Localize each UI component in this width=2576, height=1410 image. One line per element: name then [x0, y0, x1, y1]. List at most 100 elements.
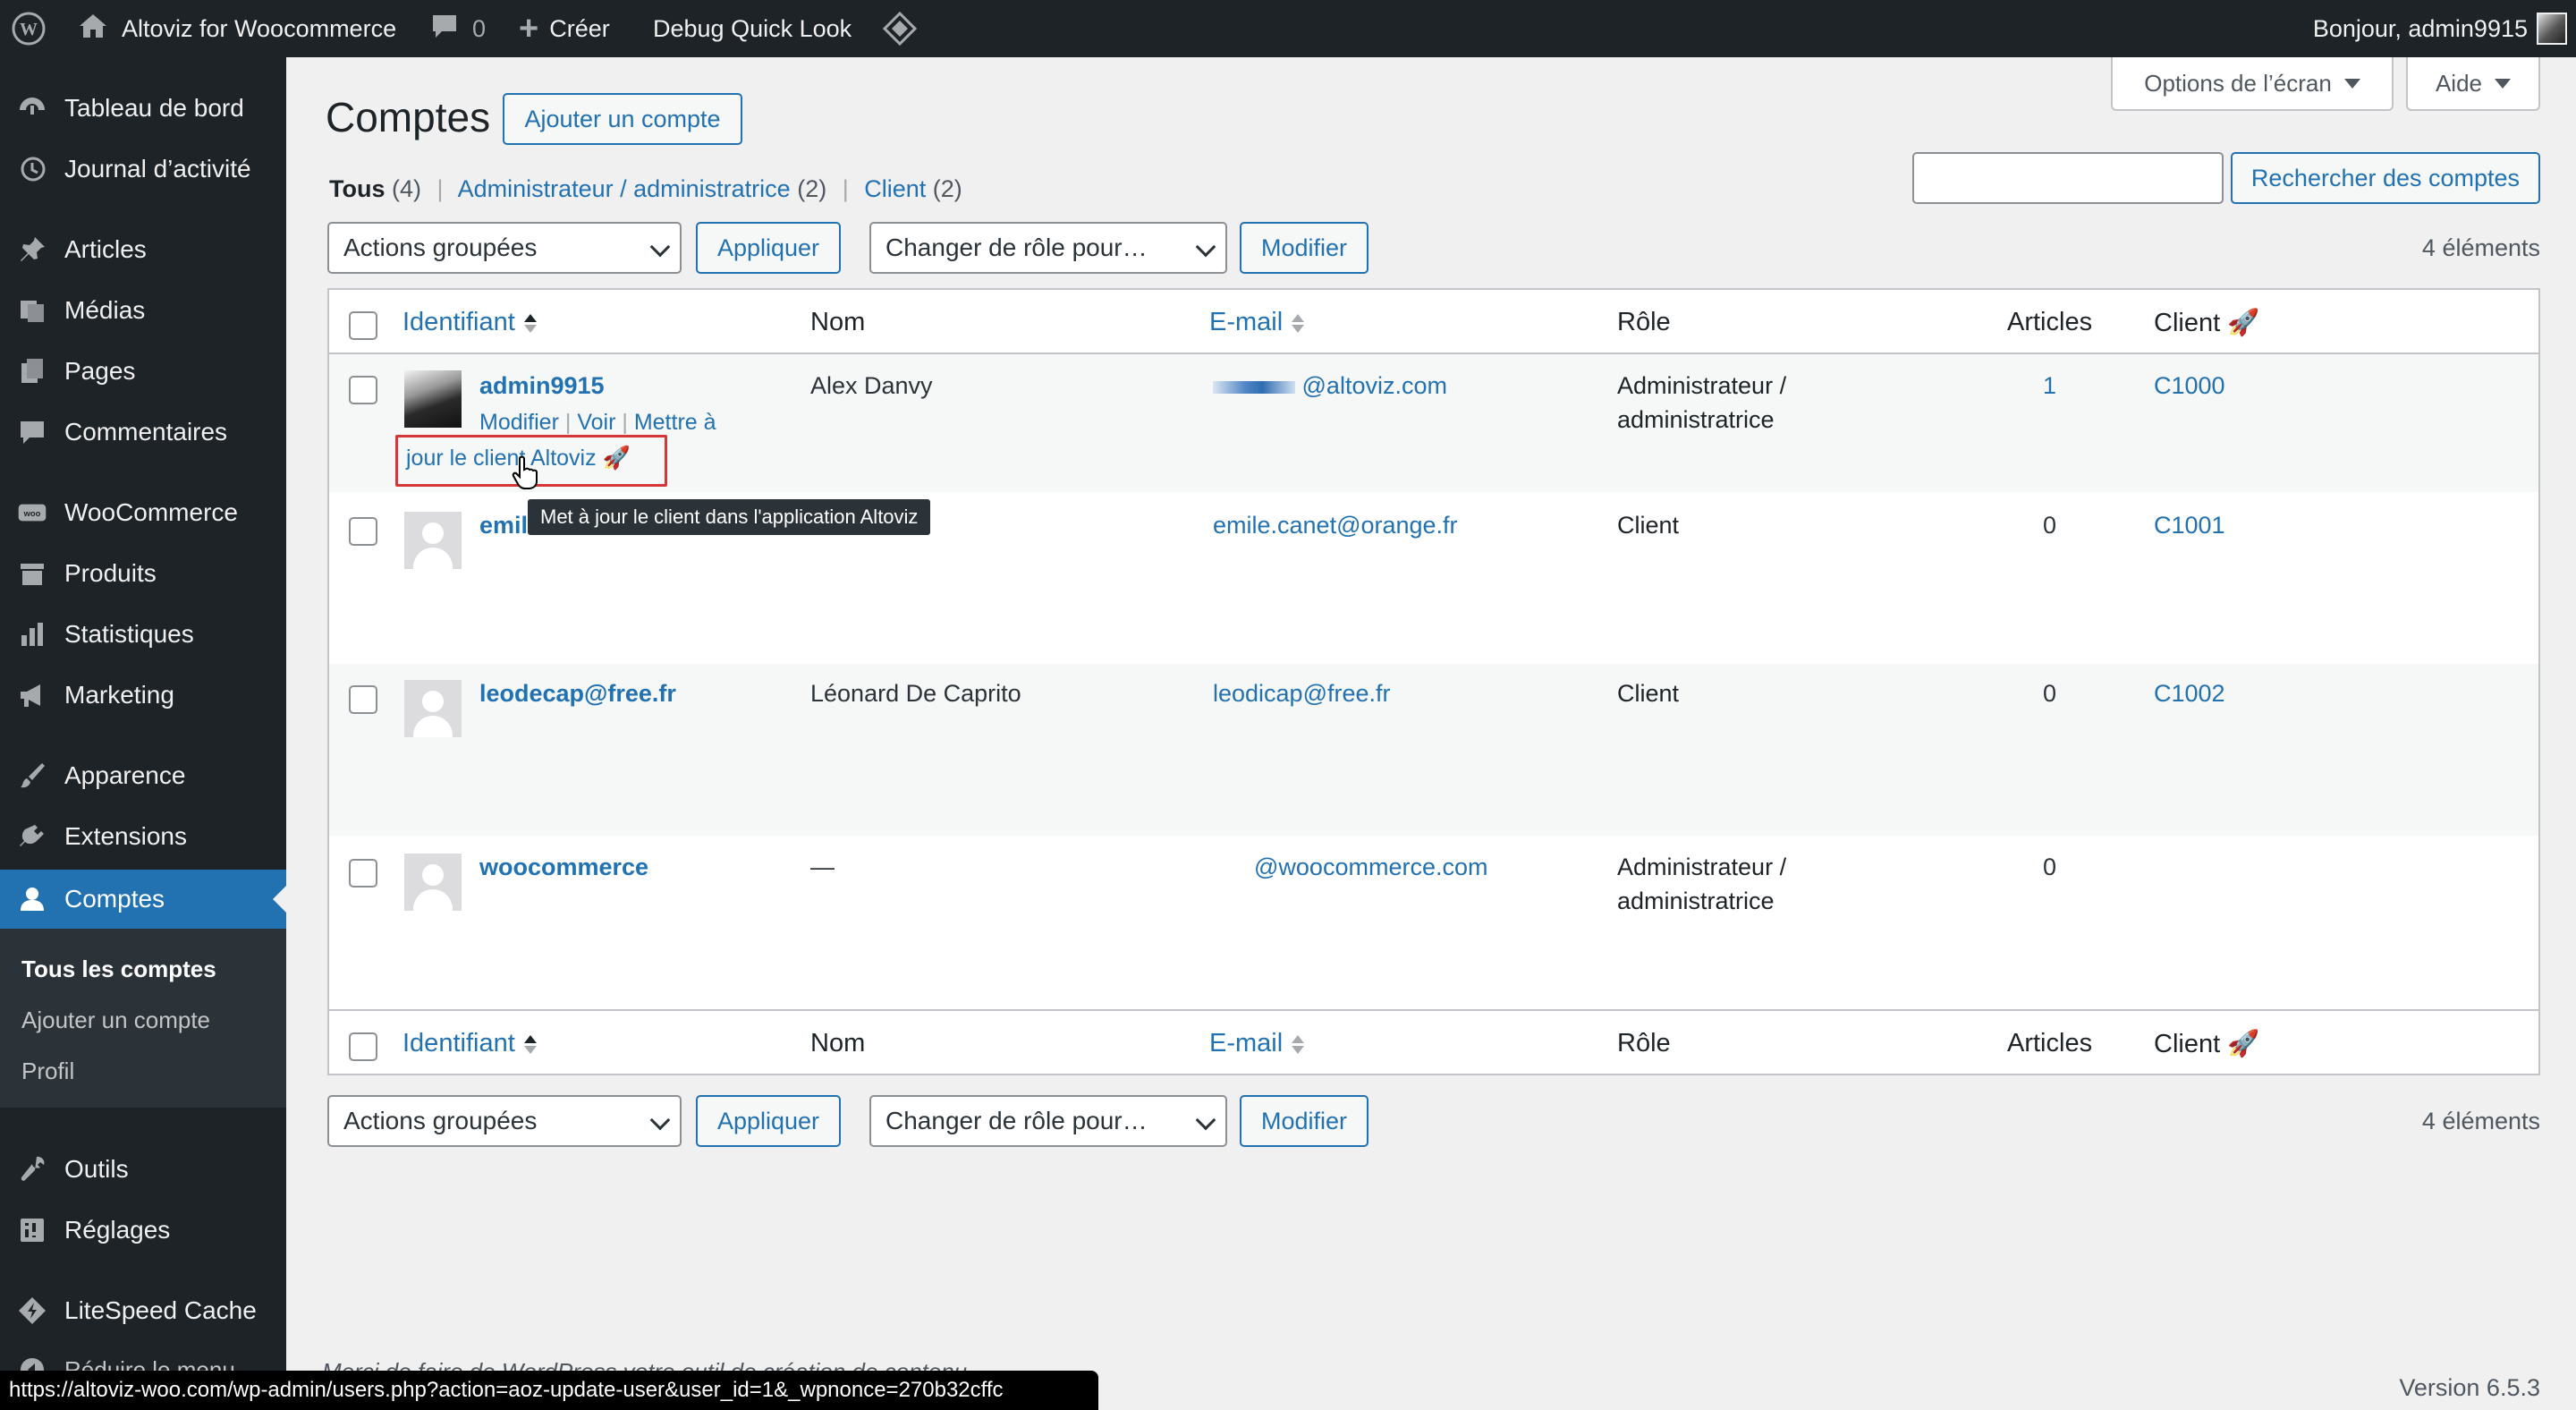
my-account-menu[interactable]: Bonjour, admin9915: [2313, 0, 2567, 57]
menu-dashboard[interactable]: Tableau de bord: [0, 79, 286, 138]
row-actions: Modifier | Voir | Mettre à: [479, 410, 716, 435]
debug-quick-look-menu[interactable]: Debug Quick Look: [653, 0, 852, 57]
filter-all[interactable]: Tous: [329, 175, 386, 202]
menu-products[interactable]: Produits: [0, 544, 286, 603]
sort-indicator-icon: [1292, 313, 1305, 333]
menu-appearance[interactable]: Apparence: [0, 746, 286, 805]
row-checkbox[interactable]: [349, 859, 377, 888]
client-id-link[interactable]: C1000: [2154, 372, 2225, 400]
menu-tools[interactable]: Outils: [0, 1140, 286, 1199]
menu-users[interactable]: Comptes: [0, 870, 286, 929]
client-id-link[interactable]: C1001: [2154, 512, 2225, 539]
menu-activity-log[interactable]: Journal d’activité: [0, 140, 286, 199]
row-checkbox[interactable]: [349, 517, 377, 546]
column-username[interactable]: Identifiant: [402, 308, 537, 337]
diamond-icon[interactable]: [882, 0, 918, 57]
chevron-down-icon: [1195, 1109, 1216, 1131]
redacted-email-part: [1213, 380, 1295, 394]
menu-woocommerce[interactable]: woo WooCommerce: [0, 483, 286, 542]
submenu-all-users[interactable]: Tous les comptes: [21, 956, 216, 983]
pages-icon: [0, 356, 64, 386]
column-role: Rôle: [1617, 308, 1671, 336]
menu-posts[interactable]: Articles: [0, 220, 286, 279]
stats-icon: [0, 619, 64, 650]
woocommerce-icon: woo: [0, 497, 64, 528]
email-link[interactable]: leodicap@free.fr: [1213, 680, 1391, 708]
column-client: Client 🚀: [2154, 309, 2260, 337]
menu-marketing[interactable]: Marketing: [0, 666, 286, 725]
user-role: Client: [1617, 680, 1680, 707]
search-users-button[interactable]: Rechercher des comptes: [2231, 152, 2540, 204]
change-role-button-bottom[interactable]: Modifier: [1240, 1095, 1368, 1147]
screen-options-button[interactable]: Options de l’écran: [2111, 57, 2394, 111]
home-icon: [77, 10, 109, 48]
menu-plugins[interactable]: Extensions: [0, 807, 286, 866]
client-id-link[interactable]: C1002: [2154, 680, 2225, 708]
user-role: Administrateur /: [1617, 854, 1787, 880]
posts-count: 0: [2043, 854, 2057, 880]
email-link[interactable]: @woocommerce.com: [1254, 854, 1487, 881]
help-button[interactable]: Aide: [2406, 57, 2540, 111]
menu-pages[interactable]: Pages: [0, 342, 286, 401]
select-all-checkbox[interactable]: [349, 311, 377, 340]
caret-down-icon: [2495, 78, 2512, 89]
column-role: Rôle: [1617, 1029, 1671, 1058]
comments-icon: [0, 417, 64, 447]
change-role-button[interactable]: Modifier: [1240, 222, 1368, 274]
column-posts: Articles: [2007, 308, 2093, 336]
menu-settings[interactable]: Réglages: [0, 1201, 286, 1260]
username-link[interactable]: admin9915: [479, 372, 605, 400]
avatar: [404, 854, 462, 911]
username-link[interactable]: leodecap@free.fr: [479, 680, 676, 708]
email-link[interactable]: @altoviz.com: [1209, 372, 1447, 400]
hand-cursor-icon: [512, 454, 542, 495]
posts-count: 0: [2043, 512, 2057, 539]
bulk-actions-select[interactable]: Actions groupées: [327, 222, 682, 274]
menu-comments[interactable]: Commentaires: [0, 403, 286, 462]
row-checkbox[interactable]: [349, 376, 377, 404]
apply-bulk-button-bottom[interactable]: Appliquer: [696, 1095, 841, 1147]
username-link[interactable]: woocommerce: [479, 854, 648, 881]
filter-admin[interactable]: Administrateur / administratrice: [458, 175, 791, 202]
chevron-down-icon: [649, 236, 671, 258]
admin-menu: Tableau de bord Journal d’activité Artic…: [0, 57, 286, 1410]
username-link[interactable]: emil: [479, 512, 528, 539]
column-email[interactable]: E-mail: [1209, 308, 1305, 337]
bulk-actions-select-bottom[interactable]: Actions groupées: [327, 1095, 682, 1147]
change-role-select[interactable]: Changer de rôle pour…: [869, 222, 1227, 274]
megaphone-icon: [0, 680, 64, 710]
site-name-link[interactable]: Altoviz for Woocommerce: [77, 0, 396, 57]
edit-user-link[interactable]: Modifier: [479, 410, 559, 435]
select-all-checkbox[interactable]: [349, 1032, 377, 1061]
user-name: —: [810, 854, 835, 880]
column-email[interactable]: E-mail: [1209, 1029, 1305, 1058]
posts-count-link[interactable]: 1: [2043, 372, 2056, 400]
change-role-select-bottom[interactable]: Changer de rôle pour…: [869, 1095, 1227, 1147]
svg-text:W: W: [20, 20, 38, 39]
view-user-link[interactable]: Voir: [577, 410, 615, 435]
table-footer-header: Identifiant Nom E-mail Rôle Articles Cli…: [329, 1009, 2538, 1074]
column-username[interactable]: Identifiant: [402, 1029, 537, 1058]
row-checkbox[interactable]: [349, 685, 377, 714]
menu-litespeed-cache[interactable]: LiteSpeed Cache: [0, 1281, 286, 1340]
new-content-menu[interactable]: + Créer: [519, 0, 610, 57]
menu-media[interactable]: Médias: [0, 281, 286, 340]
email-link[interactable]: emile.canet@orange.fr: [1213, 512, 1458, 539]
user-name: Léonard De Caprito: [810, 680, 1021, 707]
search-input[interactable]: [1912, 152, 2224, 204]
activity-log-icon: [0, 154, 64, 184]
update-altoviz-link[interactable]: Mettre à: [634, 410, 716, 435]
wordpress-logo-icon[interactable]: W: [11, 0, 47, 57]
avatar: [404, 680, 462, 737]
comments-link[interactable]: 0: [429, 0, 486, 57]
submenu-profile[interactable]: Profil: [21, 1058, 74, 1085]
add-user-button[interactable]: Ajouter un compte: [503, 93, 742, 145]
menu-stats[interactable]: Statistiques: [0, 605, 286, 664]
submenu-add-user[interactable]: Ajouter un compte: [21, 1007, 210, 1034]
apply-bulk-button[interactable]: Appliquer: [696, 222, 841, 274]
column-client: Client 🚀: [2154, 1030, 2260, 1058]
avatar: [2537, 13, 2567, 45]
column-posts: Articles: [2007, 1029, 2093, 1058]
filter-client[interactable]: Client: [864, 175, 926, 202]
column-name: Nom: [810, 308, 866, 336]
